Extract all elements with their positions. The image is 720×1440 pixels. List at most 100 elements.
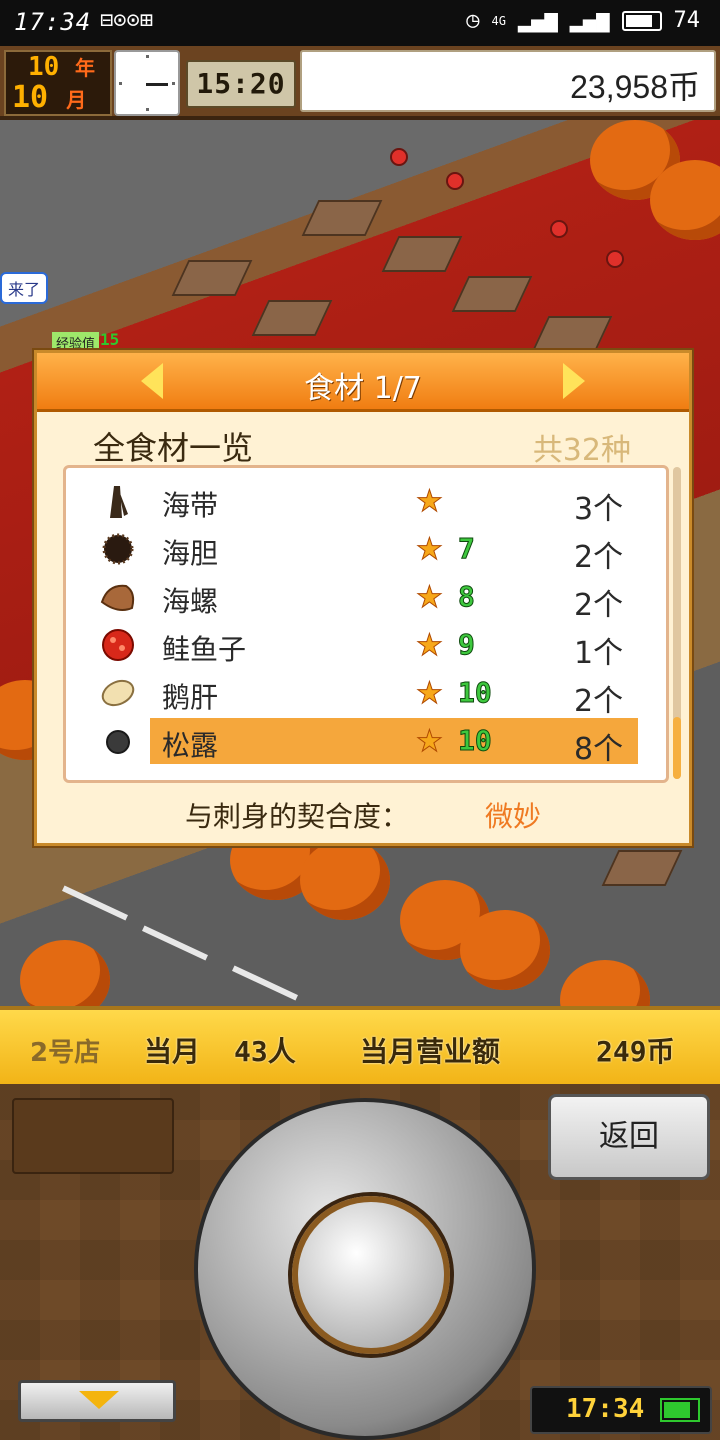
customer-count: 43人 xyxy=(234,1035,296,1068)
ingredient-name: 海带 xyxy=(162,489,219,522)
dining-table xyxy=(251,300,333,336)
battery-level: 74 xyxy=(673,8,701,33)
star-icon: ★ xyxy=(416,532,444,568)
bottom-clock-time: 17:34 xyxy=(566,1394,645,1424)
ingredient-name: 海胆 xyxy=(162,537,219,570)
star-icon: ★ xyxy=(416,724,444,760)
dining-table xyxy=(381,236,463,272)
dining-table xyxy=(301,200,383,236)
star-icon: ★ xyxy=(416,580,444,616)
battery-icon xyxy=(660,1398,700,1422)
back-button[interactable]: 返回 xyxy=(548,1094,710,1180)
compatibility-label: 与刺身的契合度： xyxy=(185,800,410,833)
sales-amount: 249币 xyxy=(596,1035,675,1068)
ingredient-row[interactable]: 海胆 ★ 7 2个 xyxy=(66,526,638,575)
ingredient-quantity: 2个 xyxy=(574,540,624,575)
bar-stool xyxy=(606,250,624,268)
ingredient-name: 海螺 xyxy=(162,585,219,618)
truffle-icon xyxy=(100,724,136,758)
ingredient-name: 松露 xyxy=(162,729,219,762)
bottom-clock: 17:34 xyxy=(530,1386,712,1434)
down-arrow-icon xyxy=(79,1391,119,1409)
dining-table xyxy=(601,850,683,886)
ingredient-level: 7 xyxy=(458,532,476,566)
total-count: 共32种 xyxy=(532,433,631,468)
autumn-tree xyxy=(20,940,110,1006)
store-info-bar: 2号店 当月 43人 当月营业额 249币 xyxy=(0,1006,720,1088)
ingredient-quantity: 8个 xyxy=(574,732,624,767)
road-marking xyxy=(142,925,208,961)
ingredient-list: 海带 ★ 3个 海胆 ★ 7 2个 海螺 ★ 8 2个 鲑鱼子 ★ 9 1个 鹅… xyxy=(63,465,669,783)
salmon-roe-icon xyxy=(100,628,136,662)
list-subtitle: 全食材一览 xyxy=(93,429,254,467)
next-page-arrow-icon[interactable] xyxy=(563,363,585,399)
month-number: 10 xyxy=(12,80,49,115)
ingredient-row[interactable]: 鲑鱼子 ★ 9 1个 xyxy=(66,622,638,671)
dining-table xyxy=(531,316,613,352)
bar-stool xyxy=(550,220,568,238)
autumn-tree xyxy=(460,910,550,990)
scrollbar-thumb[interactable] xyxy=(673,717,681,779)
left-action-slot[interactable] xyxy=(12,1098,174,1174)
autumn-tree xyxy=(560,960,650,1006)
ingredient-quantity: 2个 xyxy=(574,684,624,719)
month-unit: 月 xyxy=(66,88,87,112)
bar-stool xyxy=(446,172,464,190)
money-amount: 23,958币 xyxy=(570,69,700,105)
controller-panel: 返回 17:34 xyxy=(0,1084,720,1440)
status-time: 17:34 xyxy=(14,8,92,36)
status-bar: 17:34 ⊟⊙⊙⊞ ◷ 4G ▂▄▆ ▂▄▆ 74 xyxy=(0,0,720,46)
compatibility-value: 微妙 xyxy=(485,800,542,833)
kelp-icon xyxy=(100,484,136,518)
ingredient-quantity: 2个 xyxy=(574,588,624,623)
customer-speech-bubble: 来了 xyxy=(0,272,49,304)
conch-icon xyxy=(100,580,136,614)
game-time: 15:20 xyxy=(186,60,296,108)
ingredient-level: 9 xyxy=(458,628,476,662)
dining-table xyxy=(171,260,253,296)
ingredient-row[interactable]: 鹅肝 ★ 10 2个 xyxy=(66,670,638,719)
dining-table xyxy=(451,276,533,312)
ingredient-level: 10 xyxy=(458,724,493,758)
sea-urchin-icon xyxy=(100,532,136,566)
foie-gras-icon xyxy=(100,676,136,710)
star-icon: ★ xyxy=(416,628,444,664)
ingredient-name: 鲑鱼子 xyxy=(162,633,247,666)
signal-icon-2: ▂▄▆ xyxy=(569,8,610,33)
ingredient-row[interactable]: 海螺 ★ 8 2个 xyxy=(66,574,638,623)
exp-value: 15 xyxy=(100,330,120,349)
ingredient-name: 鹅肝 xyxy=(162,681,219,714)
month-label: 当月 xyxy=(144,1035,201,1068)
store-name: 2号店 xyxy=(30,1038,101,1068)
list-scrollbar[interactable] xyxy=(673,467,681,779)
down-arrow-button[interactable] xyxy=(18,1380,176,1422)
money-display: 23,958币 xyxy=(300,50,716,112)
dialog-title: 食材 1/7 xyxy=(304,371,422,406)
dialog-header: 食材 1/7 xyxy=(37,353,689,412)
year-number: 10 xyxy=(28,52,60,82)
star-icon: ★ xyxy=(416,484,444,520)
ingredient-level: 10 xyxy=(458,676,493,710)
signal-icon: ▂▄▆ xyxy=(518,8,558,33)
game-top-bar: 10 年 10 月 15:20 23,958币 xyxy=(0,46,720,120)
battery-icon xyxy=(621,10,662,31)
autumn-tree xyxy=(300,840,390,920)
ingredient-quantity: 1个 xyxy=(574,636,624,671)
bar-stool xyxy=(390,148,408,166)
ingredient-row-selected[interactable]: 松露 ★ 10 8个 xyxy=(106,718,638,767)
dpad[interactable] xyxy=(194,1098,536,1440)
alarm-icon: ◷ xyxy=(466,8,480,33)
sales-label: 当月营业额 xyxy=(360,1035,501,1068)
network-label: 4G xyxy=(491,13,506,28)
road-marking xyxy=(62,885,128,921)
status-right: ◷ 4G ▂▄▆ ▂▄▆ 74 xyxy=(466,8,700,33)
ingredient-row[interactable]: 海带 ★ 3个 xyxy=(66,478,638,527)
ingredient-dialog: 食材 1/7 全食材一览 共32种 海带 ★ 3个 海胆 ★ 7 2个 海螺 ★… xyxy=(34,350,692,846)
year-unit: 年 xyxy=(74,56,95,80)
dpad-center-button[interactable] xyxy=(292,1196,450,1354)
clock-icon xyxy=(114,50,180,116)
notification-icons: ⊟⊙⊙⊞ xyxy=(100,8,153,33)
ingredient-level: 8 xyxy=(458,580,476,614)
star-icon: ★ xyxy=(416,676,444,712)
road-marking xyxy=(232,965,298,1001)
